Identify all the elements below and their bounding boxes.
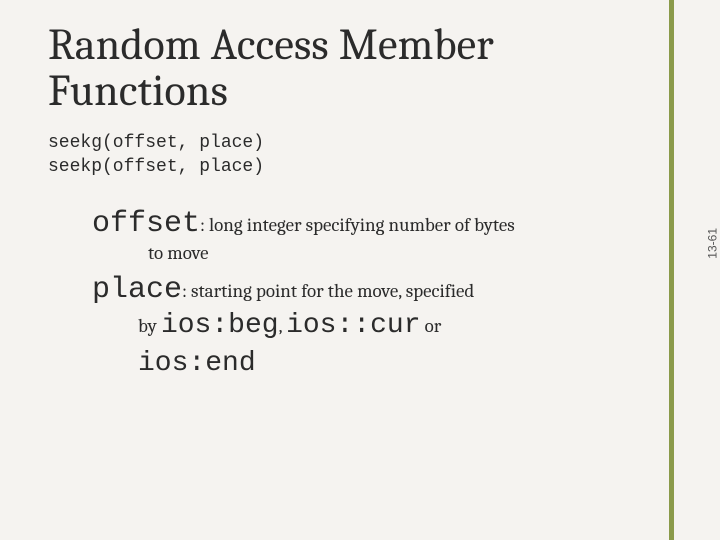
code-ios-cur: ios::cur [286, 310, 420, 341]
code-ios-beg: ios:beg [161, 310, 279, 341]
place-desc-line1: : starting point for the move, specified [182, 280, 474, 302]
place-by: by [138, 315, 161, 337]
offset-desc-line1: : long integer specifying number of byte… [200, 214, 515, 236]
place-desc-line2: by ios:beg, ios::cur or [92, 307, 588, 345]
definition-place: place: starting point for the move, spec… [92, 273, 588, 383]
offset-desc-line2: to move [92, 241, 588, 267]
term-place: place [92, 273, 182, 307]
accent-bar [669, 0, 674, 540]
signature-seekp: seekp(offset, place) [48, 156, 662, 179]
definitions: offset: long integer specifying number o… [48, 207, 588, 382]
place-or: or [421, 315, 442, 337]
slide: Random Access Member Functions seekg(off… [0, 0, 720, 540]
code-ios-end: ios:end [138, 348, 256, 379]
place-sep1: , [279, 315, 287, 337]
place-desc-line3: ios:end [92, 345, 588, 383]
slide-title: Random Access Member Functions [48, 22, 662, 114]
definition-offset: offset: long integer specifying number o… [92, 207, 588, 267]
page-number: 13-61 [706, 228, 720, 259]
function-signatures: seekg(offset, place) seekp(offset, place… [48, 132, 662, 179]
signature-seekg: seekg(offset, place) [48, 132, 662, 155]
term-offset: offset [92, 207, 200, 241]
